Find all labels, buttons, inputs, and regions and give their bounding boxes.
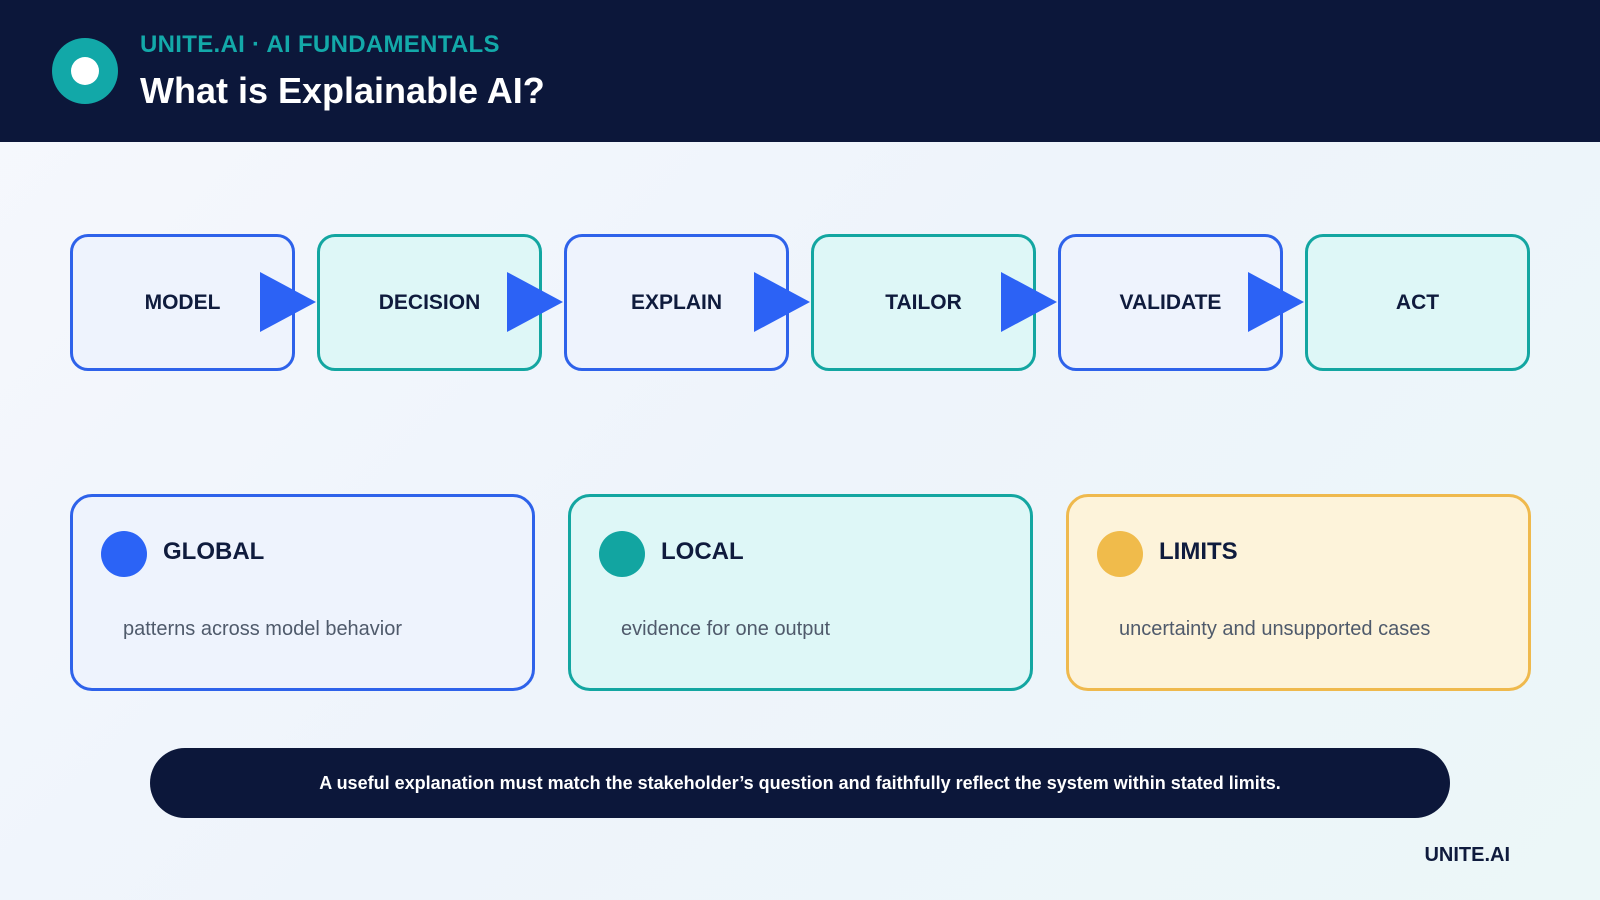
logo-icon xyxy=(52,38,118,104)
dot-icon xyxy=(599,531,645,577)
step-label: MODEL xyxy=(144,290,221,314)
page-title: What is Explainable AI? xyxy=(140,70,545,111)
step-model: MODEL xyxy=(70,234,295,371)
card-local: LOCAL evidence for one output xyxy=(568,494,1033,691)
step-label: VALIDATE xyxy=(1119,290,1222,314)
step-label: ACT xyxy=(1395,290,1440,314)
card-title: GLOBAL xyxy=(163,538,265,565)
eyebrow-label: UNITE.AI · AI FUNDAMENTALS xyxy=(140,31,500,58)
header-bar: UNITE.AI · AI FUNDAMENTALS What is Expla… xyxy=(0,0,1600,142)
card-global: GLOBAL patterns across model behavior xyxy=(70,494,535,691)
dot-icon xyxy=(1097,531,1143,577)
step-act: ACT xyxy=(1305,234,1530,371)
banner-text: A useful explanation must match the stak… xyxy=(319,772,1281,793)
triangle-right-icon xyxy=(1248,272,1304,332)
card-description: evidence for one output xyxy=(621,618,831,640)
triangle-right-icon xyxy=(754,272,810,332)
triangle-right-icon xyxy=(260,272,316,332)
footer-brand: UNITE.AI xyxy=(1424,844,1510,866)
step-explain: EXPLAIN xyxy=(564,234,789,371)
step-label: DECISION xyxy=(378,290,481,314)
step-label: TAILOR xyxy=(885,290,962,314)
step-validate: VALIDATE xyxy=(1058,234,1283,371)
card-description: uncertainty and unsupported cases xyxy=(1119,618,1431,640)
card-description: patterns across model behavior xyxy=(123,618,403,640)
step-label: EXPLAIN xyxy=(630,290,722,314)
triangle-right-icon xyxy=(507,272,563,332)
card-title: LOCAL xyxy=(661,538,744,565)
step-decision: DECISION xyxy=(317,234,542,371)
triangle-right-icon xyxy=(1001,272,1057,332)
card-title: LIMITS xyxy=(1159,538,1238,565)
card-limits: LIMITS uncertainty and unsupported cases xyxy=(1066,494,1531,691)
dot-icon xyxy=(101,531,147,577)
step-tailor: TAILOR xyxy=(811,234,1036,371)
key-takeaway-banner: A useful explanation must match the stak… xyxy=(150,748,1450,818)
